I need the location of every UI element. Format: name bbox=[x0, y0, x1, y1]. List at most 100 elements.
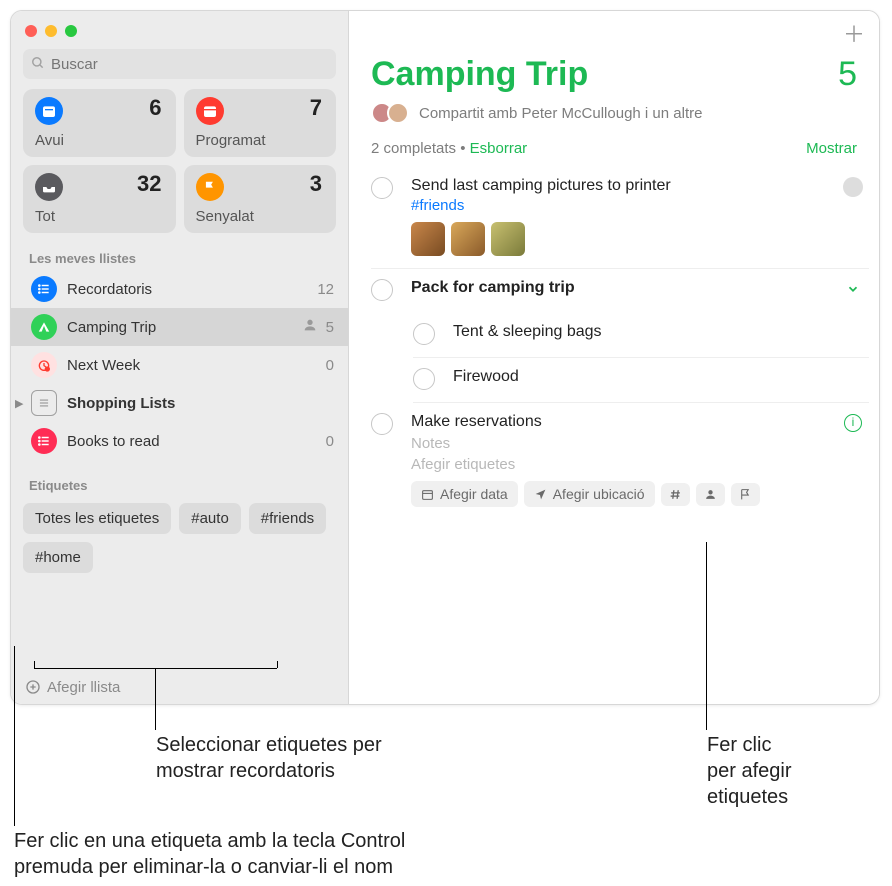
section-tags: Etiquetes bbox=[11, 470, 348, 497]
image-thumbnail[interactable] bbox=[491, 222, 525, 256]
add-assignee-button[interactable] bbox=[696, 483, 725, 506]
sidebar-item-shopping-lists[interactable]: ▶ Shopping Lists bbox=[11, 384, 348, 422]
window-controls bbox=[11, 11, 348, 45]
toolbar: ＋ bbox=[349, 11, 879, 55]
smart-list-flagged[interactable]: 3 Senyalat bbox=[184, 165, 337, 233]
list-icon bbox=[31, 276, 57, 302]
image-thumbnail[interactable] bbox=[451, 222, 485, 256]
tag-all[interactable]: Totes les etiquetes bbox=[23, 503, 171, 534]
reminder-title: Send last camping pictures to printer bbox=[411, 177, 869, 195]
smart-list-all[interactable]: 32 Tot bbox=[23, 165, 176, 233]
tags-placeholder[interactable]: Afegir etiquetes bbox=[411, 456, 869, 473]
list-icon bbox=[31, 428, 57, 454]
assignee-avatar[interactable] bbox=[843, 177, 863, 197]
chevron-right-icon: ▶ bbox=[15, 397, 27, 410]
add-location-button[interactable]: Afegir ubicació bbox=[524, 481, 655, 507]
smart-list-today[interactable]: 6 Avui bbox=[23, 89, 176, 157]
smart-count: 6 bbox=[149, 95, 161, 121]
complete-toggle[interactable] bbox=[371, 413, 393, 435]
list-count: 0 bbox=[326, 357, 334, 374]
sidebar-item-reminders[interactable]: Recordatoris 12 bbox=[11, 270, 348, 308]
zoom-window-button[interactable] bbox=[65, 25, 77, 37]
list-count: 12 bbox=[317, 281, 334, 298]
reminder-item[interactable]: Pack for camping trip bbox=[371, 269, 869, 313]
list-title: Camping Trip bbox=[371, 55, 588, 94]
reminder-tag[interactable]: #friends bbox=[411, 197, 869, 214]
reminder-title: Pack for camping trip bbox=[411, 279, 869, 297]
sidebar-item-camping-trip[interactable]: Camping Trip 5 bbox=[11, 308, 348, 346]
alarm-icon bbox=[31, 352, 57, 378]
expand-subtasks-button[interactable] bbox=[843, 279, 863, 299]
list-name: Camping Trip bbox=[67, 319, 302, 336]
callout-bracket bbox=[34, 661, 35, 668]
share-info[interactable]: Compartit amb Peter McCullough i un altr… bbox=[349, 94, 879, 134]
smart-lists-grid: 6 Avui 7 Programat 32 Tot bbox=[11, 89, 348, 243]
smart-count: 3 bbox=[310, 171, 322, 197]
notes-placeholder[interactable]: Notes bbox=[411, 435, 869, 452]
sidebar-item-books[interactable]: Books to read 0 bbox=[11, 422, 348, 460]
callout-leader bbox=[706, 542, 707, 730]
callout-bracket bbox=[277, 661, 278, 668]
calendar-today-icon bbox=[35, 97, 63, 125]
tag-home[interactable]: #home bbox=[23, 542, 93, 573]
completed-count: 2 completats bbox=[371, 140, 456, 157]
calendar-icon bbox=[196, 97, 224, 125]
smart-label: Avui bbox=[35, 132, 64, 149]
section-mylists: Les meves llistes bbox=[11, 243, 348, 270]
flag-icon bbox=[196, 173, 224, 201]
list-name: Next Week bbox=[67, 357, 326, 374]
shared-with-text: Compartit amb Peter McCullough i un altr… bbox=[419, 105, 702, 122]
smart-label: Tot bbox=[35, 208, 55, 225]
info-button[interactable]: i bbox=[843, 413, 863, 433]
complete-toggle[interactable] bbox=[371, 279, 393, 301]
close-window-button[interactable] bbox=[25, 25, 37, 37]
completed-summary: 2 completats • Esborrar bbox=[371, 140, 527, 157]
list-count: 0 bbox=[326, 433, 334, 450]
clear-completed-button[interactable]: Esborrar bbox=[470, 140, 528, 157]
add-list-label: Afegir llista bbox=[47, 679, 120, 696]
callout-add-tags: Fer clic per afegir etiquetes bbox=[707, 732, 792, 810]
shared-icon bbox=[302, 317, 318, 337]
smart-label: Senyalat bbox=[196, 208, 254, 225]
tag-auto[interactable]: #auto bbox=[179, 503, 241, 534]
smart-list-scheduled[interactable]: 7 Programat bbox=[184, 89, 337, 157]
folder-icon bbox=[31, 390, 57, 416]
new-reminder-button[interactable]: ＋ bbox=[843, 17, 865, 49]
smart-count: 32 bbox=[137, 171, 161, 197]
reminder-title: Firewood bbox=[453, 368, 869, 386]
complete-toggle[interactable] bbox=[371, 177, 393, 199]
sidebar-item-next-week[interactable]: Next Week 0 bbox=[11, 346, 348, 384]
add-list-button[interactable]: Afegir llista bbox=[11, 670, 348, 704]
show-completed-button[interactable]: Mostrar bbox=[806, 140, 857, 157]
tag-browser: Totes les etiquetes #auto #friends #home bbox=[11, 497, 348, 583]
add-date-button[interactable]: Afegir data bbox=[411, 481, 518, 507]
attachment-thumbnails bbox=[411, 222, 869, 256]
add-tag-button[interactable] bbox=[661, 483, 690, 506]
tag-friends[interactable]: #friends bbox=[249, 503, 326, 534]
avatar bbox=[387, 102, 409, 124]
quick-actions-bar: Afegir data Afegir ubicació bbox=[411, 481, 869, 507]
list-total-count: 5 bbox=[838, 55, 857, 94]
reminder-item[interactable]: Send last camping pictures to printer #f… bbox=[371, 167, 869, 269]
image-thumbnail[interactable] bbox=[411, 222, 445, 256]
tent-icon bbox=[31, 314, 57, 340]
reminder-title: Tent & sleeping bags bbox=[453, 323, 869, 341]
search-icon bbox=[31, 56, 45, 73]
smart-count: 7 bbox=[310, 95, 322, 121]
avatar-stack bbox=[371, 102, 409, 124]
complete-toggle[interactable] bbox=[413, 323, 435, 345]
list-count: 5 bbox=[326, 319, 334, 336]
search-input[interactable] bbox=[51, 56, 328, 73]
add-flag-button[interactable] bbox=[731, 483, 760, 506]
search-field[interactable] bbox=[23, 49, 336, 79]
tray-icon bbox=[35, 173, 63, 201]
reminder-title: Make reservations bbox=[411, 413, 869, 431]
minimize-window-button[interactable] bbox=[45, 25, 57, 37]
app-window: 6 Avui 7 Programat 32 Tot bbox=[10, 10, 880, 705]
reminder-subitem[interactable]: Tent & sleeping bags bbox=[413, 313, 869, 358]
reminder-item-editing[interactable]: Make reservations Notes Afegir etiquetes… bbox=[371, 403, 869, 519]
complete-toggle[interactable] bbox=[413, 368, 435, 390]
callout-control-click: Fer clic en una etiqueta amb la tecla Co… bbox=[14, 828, 405, 880]
reminder-subitem[interactable]: Firewood bbox=[413, 358, 869, 403]
sidebar: 6 Avui 7 Programat 32 Tot bbox=[11, 11, 349, 704]
